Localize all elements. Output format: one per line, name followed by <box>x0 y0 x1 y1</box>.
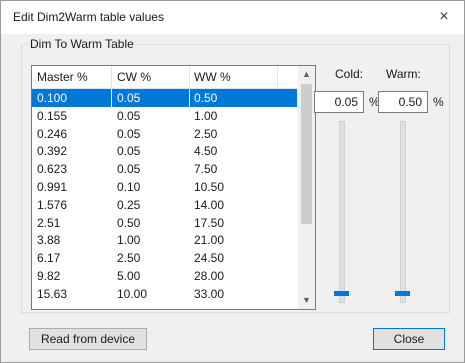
cell-ww: 10.50 <box>194 179 225 194</box>
table-row[interactable]: 0.100 0.05 0.50 <box>32 89 297 107</box>
cold-value-input[interactable]: 0.05 <box>314 91 364 113</box>
cell-cw: 0.05 <box>117 162 141 177</box>
cell-cw: 0.10 <box>117 179 141 194</box>
header-cw[interactable]: CW % <box>117 70 151 84</box>
cell-ww: 4.50 <box>194 144 218 159</box>
header-master[interactable]: Master % <box>37 70 88 84</box>
cell-master: 1.576 <box>37 197 68 212</box>
cell-cw: 2.50 <box>117 251 141 266</box>
cell-ww: 14.00 <box>194 197 225 212</box>
read-from-device-button[interactable]: Read from device <box>29 328 147 350</box>
table-row[interactable]: 0.392 0.05 4.50 <box>32 142 297 160</box>
cell-cw: 0.05 <box>117 91 141 105</box>
cold-slider-track[interactable] <box>339 121 345 303</box>
cell-ww: 0.50 <box>194 91 218 105</box>
cell-ww: 21.00 <box>194 233 225 248</box>
cell-master: 3.88 <box>37 233 61 248</box>
header-ww[interactable]: WW % <box>194 70 231 84</box>
table-row[interactable]: 6.17 2.50 24.50 <box>32 249 297 267</box>
cell-master: 0.392 <box>37 144 68 159</box>
window-title: Edit Dim2Warm table values <box>13 10 164 24</box>
table-row[interactable]: 9.82 5.00 28.00 <box>32 267 297 285</box>
cell-ww: 1.00 <box>194 108 218 123</box>
warm-slider-thumb[interactable] <box>395 291 410 296</box>
cell-master: 6.17 <box>37 251 61 266</box>
table-row[interactable]: 0.155 0.05 1.00 <box>32 107 297 125</box>
cell-ww: 24.50 <box>194 251 225 266</box>
table-row[interactable]: 15.63 10.00 33.00 <box>32 285 297 303</box>
cell-ww: 28.00 <box>194 268 225 283</box>
table-row[interactable]: 1.576 0.25 14.00 <box>32 196 297 214</box>
cold-slider-thumb[interactable] <box>334 291 349 296</box>
warm-label: Warm: <box>386 67 421 81</box>
header-divider <box>277 66 278 88</box>
warm-slider-track[interactable] <box>400 121 406 303</box>
cell-ww: 33.00 <box>194 286 225 301</box>
warm-value-input[interactable]: 0.50 <box>378 91 428 113</box>
cell-master: 9.82 <box>37 268 61 283</box>
table-row[interactable]: 0.991 0.10 10.50 <box>32 178 297 196</box>
cell-master: 2.51 <box>37 215 61 230</box>
table-row[interactable]: 0.623 0.05 7.50 <box>32 160 297 178</box>
cell-cw: 0.05 <box>117 108 141 123</box>
table-header: Master % CW % WW % <box>32 66 297 89</box>
header-divider <box>189 66 190 88</box>
table-row[interactable]: 3.88 1.00 21.00 <box>32 231 297 249</box>
cell-master: 0.155 <box>37 108 68 123</box>
table-row[interactable]: 0.246 0.05 2.50 <box>32 125 297 143</box>
scroll-down-icon[interactable]: ▼ <box>298 292 315 309</box>
cell-cw: 0.05 <box>117 126 141 141</box>
header-divider <box>111 66 112 88</box>
values-table[interactable]: Master % CW % WW % 0.100 0.05 0.50 0.155 0.… <box>31 65 316 310</box>
cell-ww: 2.50 <box>194 126 218 141</box>
close-button[interactable]: Close <box>373 328 445 350</box>
cell-cw: 5.00 <box>117 268 141 283</box>
cell-cw: 1.00 <box>117 233 141 248</box>
warm-unit: % <box>433 95 444 109</box>
table-body: 0.100 0.05 0.50 0.155 0.05 1.00 0.246 0.05 2.5… <box>32 89 297 303</box>
cell-master: 15.63 <box>37 286 68 301</box>
cell-master: 0.246 <box>37 126 68 141</box>
cell-cw: 0.50 <box>117 215 141 230</box>
close-icon[interactable]: × <box>430 4 458 30</box>
dialog-window: Edit Dim2Warm table values × Dim To Warm… <box>0 0 465 363</box>
cell-master: 0.100 <box>37 91 68 105</box>
group-label: Dim To Warm Table <box>28 37 136 51</box>
dim-to-warm-group: Dim To Warm Table Master % CW % WW % 0.1… <box>21 37 450 313</box>
cell-cw: 0.05 <box>117 144 141 159</box>
cell-cw: 0.25 <box>117 197 141 212</box>
scroll-up-icon[interactable]: ▲ <box>298 66 315 83</box>
cell-cw: 10.00 <box>117 286 148 301</box>
scrollbar-thumb[interactable] <box>301 84 312 224</box>
cold-label: Cold: <box>335 67 364 81</box>
table-row[interactable]: 2.51 0.50 17.50 <box>32 214 297 232</box>
cell-ww: 7.50 <box>194 162 218 177</box>
title-bar: Edit Dim2Warm table values × <box>1 1 464 34</box>
table-scrollbar[interactable]: ▲ ▼ <box>298 66 315 309</box>
cell-master: 0.623 <box>37 162 68 177</box>
cell-ww: 17.50 <box>194 215 225 230</box>
cell-master: 0.991 <box>37 179 68 194</box>
